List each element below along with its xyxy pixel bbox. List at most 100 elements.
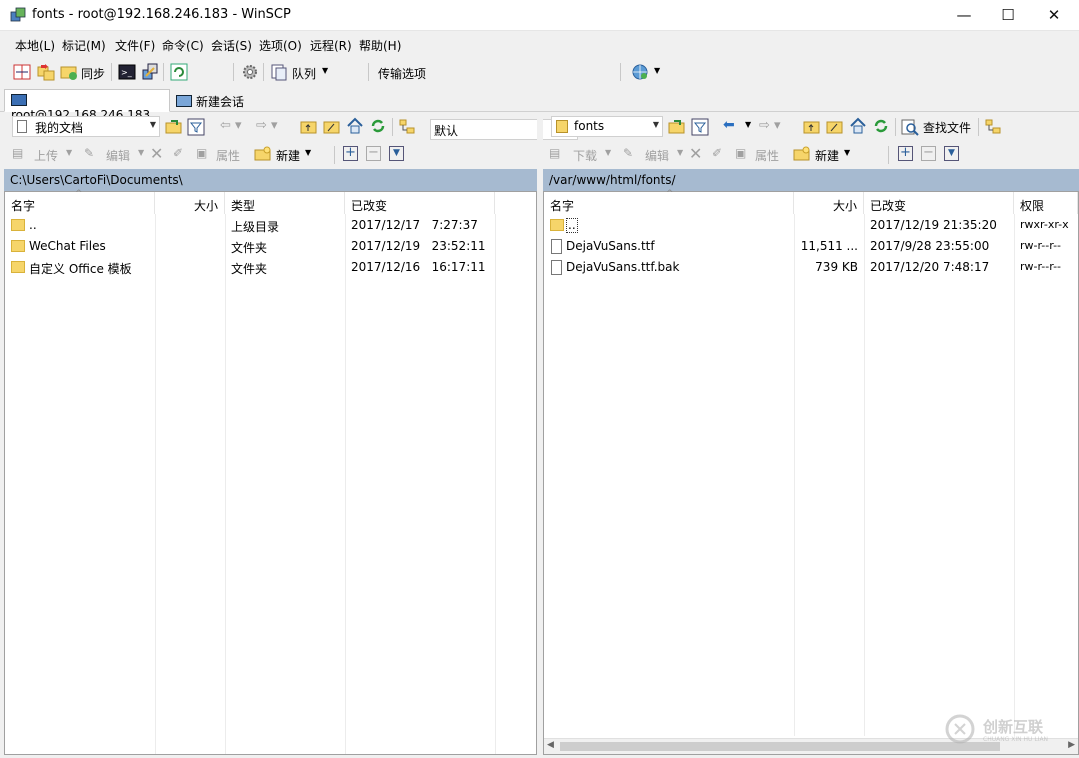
menu-remote[interactable]: 远程(R)	[310, 37, 352, 54]
queue-dropdown-icon[interactable]: ▼	[322, 66, 328, 75]
forward-arrow-icon[interactable]: ⇨ ▾	[759, 118, 781, 133]
chevron-down-icon[interactable]: ▼	[138, 148, 144, 157]
menu-session[interactable]: 会话(S)	[211, 37, 252, 54]
rename-icon[interactable]: ✐	[712, 146, 722, 160]
select-files-plus-icon[interactable]: +	[343, 146, 358, 161]
back-arrow-icon[interactable]: ⬅	[723, 117, 735, 133]
edit-icon[interactable]: ✎	[623, 146, 633, 160]
local-path-bar[interactable]: C:\Users\CartoFi\Documents\	[4, 169, 537, 191]
preferences-gear-icon[interactable]	[240, 62, 260, 82]
new-button[interactable]: 新建	[276, 147, 300, 164]
menu-options[interactable]: 选项(O)	[259, 37, 302, 54]
local-file-list[interactable]: 名字 ^ 大小 类型 已改变 .. 上级目录 2017/12/17 7:27:3…	[4, 189, 537, 755]
minimize-button[interactable]: —	[941, 0, 987, 31]
menu-help[interactable]: 帮助(H)	[359, 37, 401, 54]
home-icon[interactable]	[849, 117, 867, 135]
download-icon[interactable]: ▤	[549, 146, 560, 160]
terminal-icon[interactable]: >_	[117, 62, 137, 82]
open-folder-icon[interactable]	[668, 118, 686, 136]
local-location-select[interactable]: 我的文档 ▼	[12, 116, 160, 137]
parent-directory-icon[interactable]	[803, 118, 821, 136]
remote-path-bar[interactable]: /var/www/html/fonts/	[543, 169, 1079, 191]
menu-local[interactable]: 本地(L)	[15, 37, 55, 54]
chevron-down-icon[interactable]: ▼	[66, 148, 72, 157]
remote-location-select[interactable]: fonts ▼	[551, 116, 663, 137]
properties-button[interactable]: 属性	[755, 147, 779, 164]
column-header-permissions[interactable]: 权限	[1014, 192, 1078, 214]
select-files-plus-icon[interactable]: +	[898, 146, 913, 161]
putty-icon[interactable]	[140, 62, 160, 82]
chevron-down-icon[interactable]: ▼	[305, 148, 311, 157]
menu-mark[interactable]: 标记(M)	[62, 37, 106, 54]
chevron-down-icon[interactable]: ▼	[605, 148, 611, 157]
list-item[interactable]: .. 2017/12/19 21:35:20 rwxr-xr-x	[544, 215, 1078, 236]
filter-icon[interactable]	[691, 118, 709, 136]
list-item[interactable]: 自定义 Office 模板 文件夹 2017/12/16 16:17:11	[5, 257, 536, 278]
queue-icon[interactable]	[269, 62, 289, 82]
menu-commands[interactable]: 命令(C)	[162, 37, 204, 54]
tree-view-icon[interactable]	[398, 118, 416, 136]
tab-session-root[interactable]: root@192.168.246.183	[4, 89, 170, 122]
edit-button[interactable]: 编辑	[645, 147, 669, 164]
column-header-size[interactable]: 大小	[155, 192, 225, 214]
synchronize-label[interactable]: 同步	[81, 65, 105, 82]
chevron-down-icon[interactable]: ▼	[654, 66, 660, 75]
deselect-files-minus-icon[interactable]: −	[366, 146, 381, 161]
column-header-type[interactable]: 类型	[225, 192, 345, 214]
new-button[interactable]: 新建	[815, 147, 839, 164]
queue-label[interactable]: 队列	[292, 65, 316, 82]
filter-files-icon[interactable]: ▼	[944, 146, 959, 161]
find-files-button[interactable]: 查找文件	[923, 119, 971, 136]
menu-files[interactable]: 文件(F)	[115, 37, 155, 54]
scrollbar-thumb[interactable]	[560, 742, 1000, 751]
open-folder-icon[interactable]	[165, 118, 183, 136]
delete-icon[interactable]: ✕	[689, 144, 702, 163]
winscp-app-icon[interactable]	[10, 7, 26, 23]
root-directory-icon[interactable]	[323, 118, 341, 136]
edit-icon[interactable]: ✎	[84, 146, 94, 160]
column-header-changed[interactable]: 已改变	[864, 192, 1014, 214]
list-item[interactable]: DejaVuSans.ttf 11,511 ... 2017/9/28 23:5…	[544, 236, 1078, 257]
filter-files-icon[interactable]: ▼	[389, 146, 404, 161]
properties-icon[interactable]: ▣	[196, 146, 207, 160]
forward-arrow-icon[interactable]: ⇨ ▾	[256, 118, 278, 133]
column-header-name[interactable]: 名字 ^	[544, 189, 794, 214]
refresh-icon[interactable]	[369, 117, 387, 135]
properties-icon[interactable]: ▣	[735, 146, 746, 160]
list-item[interactable]: .. 上级目录 2017/12/17 7:27:37	[5, 215, 536, 236]
globe-sync-icon[interactable]	[630, 62, 650, 82]
refresh-session-icon[interactable]	[169, 62, 189, 82]
upload-icon[interactable]: ▤	[12, 146, 23, 160]
new-folder-icon[interactable]	[254, 145, 272, 163]
tree-view-icon[interactable]	[984, 118, 1002, 136]
new-folder-icon[interactable]	[793, 145, 811, 163]
delete-icon[interactable]: ✕	[150, 144, 163, 163]
root-directory-icon[interactable]	[826, 118, 844, 136]
sync-browse-icon[interactable]	[36, 62, 56, 82]
home-icon[interactable]	[346, 117, 364, 135]
chevron-down-icon[interactable]: ▼	[844, 148, 850, 157]
upload-button[interactable]: 上传	[34, 147, 58, 164]
back-arrow-icon[interactable]: ⇦ ▾	[220, 118, 242, 133]
find-files-icon[interactable]	[901, 118, 919, 136]
deselect-files-minus-icon[interactable]: −	[921, 146, 936, 161]
chevron-down-icon[interactable]: ▼	[677, 148, 683, 157]
rename-icon[interactable]: ✐	[173, 146, 183, 160]
close-button[interactable]: ✕	[1031, 0, 1077, 31]
filter-icon[interactable]	[187, 118, 205, 136]
maximize-button[interactable]: ☐	[985, 0, 1031, 31]
column-header-size[interactable]: 大小	[794, 192, 864, 214]
list-item[interactable]: DejaVuSans.ttf.bak 739 KB 2017/12/20 7:4…	[544, 257, 1078, 278]
tab-new-session[interactable]: 新建会话	[170, 89, 252, 112]
download-button[interactable]: 下载	[573, 147, 597, 164]
chevron-down-icon[interactable]: ▼	[745, 120, 751, 129]
scroll-left-arrow-icon[interactable]: ◀	[547, 740, 554, 750]
remote-file-list[interactable]: 名字 ^ 大小 已改变 权限 .. 2017/12/19 21:35:20 rw…	[543, 189, 1079, 755]
refresh-icon[interactable]	[872, 117, 890, 135]
list-item[interactable]: WeChat Files 文件夹 2017/12/19 23:52:11	[5, 236, 536, 257]
synchronize-icon[interactable]	[59, 62, 79, 82]
compare-dirs-icon[interactable]	[12, 62, 32, 82]
parent-directory-icon[interactable]	[300, 118, 318, 136]
edit-button[interactable]: 编辑	[106, 147, 130, 164]
column-header-changed[interactable]: 已改变	[345, 192, 495, 214]
